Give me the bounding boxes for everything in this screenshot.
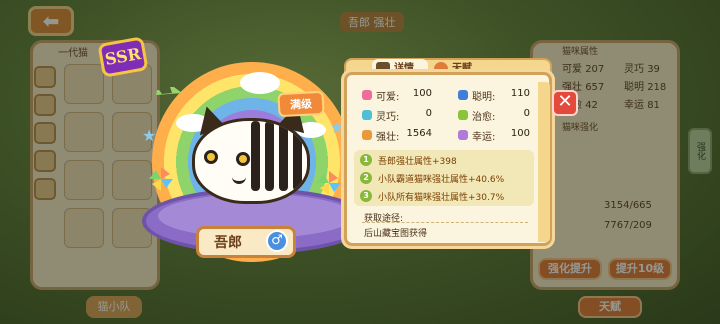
heart-icon [362, 90, 372, 100]
cat-name: 吾郎 [214, 235, 242, 251]
plane-icon [156, 87, 182, 95]
bonus-number: 2 [360, 172, 372, 184]
panel-side-strip [538, 82, 550, 242]
bonus-text: 吾郎强壮属性+398 [378, 157, 457, 167]
cloud-icon [240, 72, 280, 94]
bonus-number: 3 [360, 190, 372, 202]
bonus-text: 小队所有猫咪强壮属性+30.7% [378, 193, 505, 203]
stat-strong-value: 1564 [406, 128, 432, 139]
muscle-icon [362, 130, 372, 140]
max-level-tag: 满级 [277, 90, 325, 118]
stat-luck-value: 100 [510, 128, 530, 139]
stat-luck-label: 幸运: [472, 132, 496, 143]
star-icon: ★ [330, 118, 345, 137]
clover-icon [458, 110, 468, 120]
source-text: 后山藏宝图获得 [364, 229, 428, 239]
cat-eye-left [204, 150, 218, 164]
luck-icon [458, 130, 468, 140]
stat-heal-label: 治愈: [472, 112, 496, 123]
stat-heal-value: 0 [523, 108, 530, 119]
male-gender-icon: ♂ [266, 230, 288, 252]
stat-agile-value: 0 [425, 108, 432, 119]
bonus-text: 小队霸道猫咪强壮属性+40.6% [378, 175, 505, 185]
pinwheel-icon [149, 167, 173, 191]
pinwheel-icon [317, 171, 341, 195]
stat-cute-value: 100 [412, 88, 432, 99]
star-icon: ★ [142, 126, 157, 145]
bonus-number: 1 [360, 154, 372, 166]
stat-smart-value: 110 [510, 88, 530, 99]
divider [362, 222, 528, 223]
stat-smart-label: 聪明: [472, 92, 496, 103]
ribbon-icon [362, 110, 372, 120]
close-button[interactable]: ✕ [552, 90, 578, 116]
cat-eye-right [236, 152, 250, 166]
hat-icon [458, 90, 468, 100]
